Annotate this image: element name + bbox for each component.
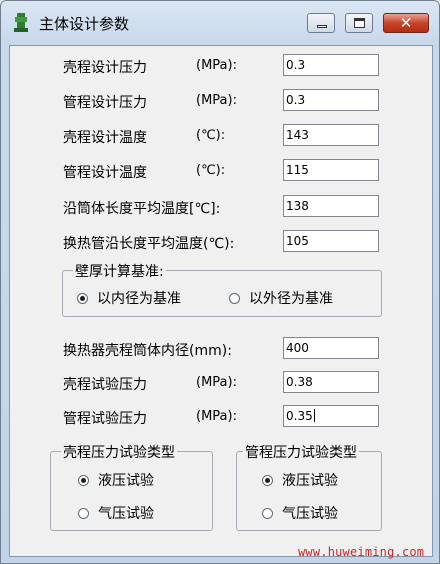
tube-design-temp-label: 管程设计温度 [63, 165, 147, 181]
tube-radio-pneumatic-label: 气压试验 [282, 506, 338, 522]
close-button[interactable]: ✕ [383, 13, 429, 33]
shell-test-type-group: 壳程压力试验类型 液压试验 气压试验 [50, 442, 213, 531]
close-icon: ✕ [399, 14, 413, 32]
shell-avg-temp-label: 沿筒体长度平均温度[℃]: [63, 201, 221, 217]
maximize-button[interactable] [345, 13, 373, 33]
shell-design-pressure-label: 壳程设计压力 [63, 60, 147, 76]
shell-test-pressure-unit: (MPa): [196, 375, 237, 390]
radio-inner-diameter-label: 以内径为基准 [97, 291, 181, 307]
tube-avg-temp-label: 换热管沿长度平均温度(℃): [63, 236, 235, 252]
radio-unchecked-icon [229, 292, 240, 304]
watermark-text: www.huweiming.com [298, 545, 425, 559]
tube-avg-temp-input[interactable]: 105 [283, 230, 379, 252]
window-title: 主体设计参数 [39, 15, 130, 33]
shell-inner-diameter-label: 换热器壳程筒体内径(mm): [63, 343, 232, 359]
wall-basis-title: 壁厚计算基准: [73, 261, 166, 281]
tube-design-temp-input[interactable]: 115 [283, 159, 379, 181]
tube-test-type-title: 管程压力试验类型 [243, 442, 359, 462]
minimize-icon [317, 25, 327, 28]
maximize-icon [354, 18, 365, 28]
title-bar[interactable]: 主体设计参数 ✕ [1, 1, 439, 45]
shell-design-temp-label: 壳程设计温度 [63, 130, 147, 146]
tube-test-pressure-label: 管程试验压力 [63, 411, 147, 427]
shell-radio-pneumatic[interactable]: 气压试验 [78, 503, 154, 523]
radio-outer-diameter[interactable]: 以外径为基准 [229, 288, 333, 308]
shell-radio-hydraulic[interactable]: 液压试验 [78, 470, 154, 490]
radio-outer-diameter-label: 以外径为基准 [249, 291, 333, 307]
shell-design-temp-input[interactable]: 143 [283, 124, 379, 146]
shell-avg-temp-input[interactable]: 138 [283, 195, 379, 217]
tube-radio-hydraulic-label: 液压试验 [282, 473, 338, 489]
shell-inner-diameter-input[interactable]: 400 [283, 337, 379, 359]
tube-test-type-group: 管程压力试验类型 液压试验 气压试验 [236, 442, 382, 531]
tube-design-pressure-unit: (MPa): [196, 93, 237, 108]
tube-test-pressure-input[interactable]: 0.35 [283, 405, 379, 427]
dialog-window: 主体设计参数 ✕ 壳程设计压力 (MPa): 0.3 管程设计压力 (MPa):… [0, 0, 440, 564]
tube-design-pressure-label: 管程设计压力 [63, 95, 147, 111]
shell-design-pressure-unit: (MPa): [196, 58, 237, 73]
minimize-button[interactable] [307, 13, 335, 33]
shell-design-temp-unit: (℃): [196, 128, 226, 143]
tube-radio-pneumatic[interactable]: 气压试验 [262, 503, 338, 523]
tube-radio-hydraulic[interactable]: 液压试验 [262, 470, 338, 490]
text-caret [313, 409, 315, 422]
radio-checked-icon [78, 474, 89, 486]
radio-checked-icon [77, 292, 88, 304]
shell-radio-hydraulic-label: 液压试验 [98, 473, 154, 489]
tube-design-pressure-input[interactable]: 0.3 [283, 89, 379, 111]
dialog-client-area: 壳程设计压力 (MPa): 0.3 管程设计压力 (MPa): 0.3 壳程设计… [9, 45, 433, 557]
shell-design-pressure-input[interactable]: 0.3 [283, 54, 379, 76]
shell-test-pressure-label: 壳程试验压力 [63, 377, 147, 393]
radio-unchecked-icon [78, 507, 89, 519]
wall-basis-group: 壁厚计算基准: 以内径为基准 以外径为基准 [62, 261, 382, 317]
app-icon [14, 13, 28, 32]
radio-unchecked-icon [262, 507, 273, 519]
shell-radio-pneumatic-label: 气压试验 [98, 506, 154, 522]
shell-test-pressure-input[interactable]: 0.38 [283, 371, 379, 393]
radio-checked-icon [262, 474, 273, 486]
tube-test-pressure-value: 0.35 [286, 409, 313, 423]
tube-test-pressure-unit: (MPa): [196, 409, 237, 424]
radio-inner-diameter[interactable]: 以内径为基准 [77, 288, 181, 308]
shell-test-type-title: 壳程压力试验类型 [61, 442, 177, 462]
tube-design-temp-unit: (℃): [196, 163, 226, 178]
